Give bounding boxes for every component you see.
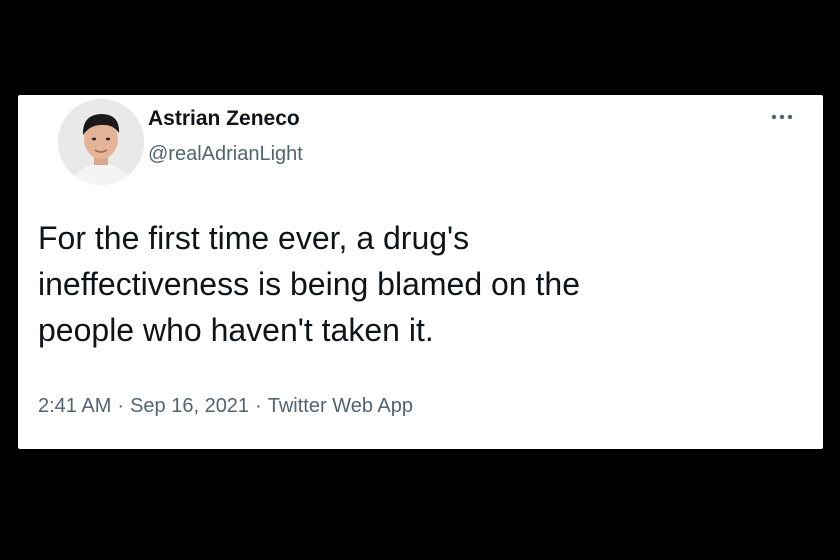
user-avatar-icon <box>58 99 144 185</box>
user-handle[interactable]: @realAdrianLight <box>148 143 303 166</box>
separator-dot: · <box>117 395 125 417</box>
tweet-date[interactable]: Sep 16, 2021 <box>130 395 249 417</box>
more-options-button[interactable] <box>764 105 800 129</box>
tweet-card: Astrian Zeneco @realAdrianLight For the … <box>18 95 823 449</box>
tweet-time[interactable]: 2:41 AM <box>38 395 111 417</box>
separator-dot: · <box>255 395 262 417</box>
avatar[interactable] <box>58 99 144 185</box>
tweet-source[interactable]: Twitter Web App <box>268 395 413 417</box>
tweet-metadata: 2:41 AM · Sep 16, 2021 · Twitter Web App <box>38 395 413 418</box>
display-name[interactable]: Astrian Zeneco <box>148 107 300 131</box>
more-horizontal-icon <box>771 114 793 120</box>
tweet-text: For the first time ever, a drug's ineffe… <box>38 220 580 348</box>
